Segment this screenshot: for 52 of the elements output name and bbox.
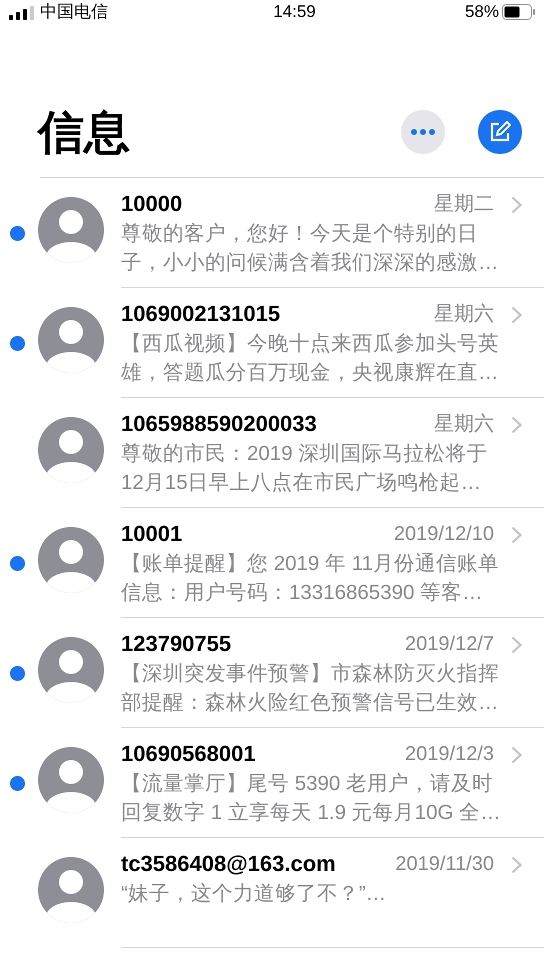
avatar-icon	[38, 417, 104, 483]
signal-icon	[8, 6, 36, 20]
conversation-row[interactable]: 1069002131015 星期六 【西瓜视频】今晚十点来西瓜参加头号英 雄，答题瓜分百万现金，央视康辉在直…	[0, 288, 544, 398]
chevron-icon	[511, 306, 522, 324]
avatar-icon	[38, 197, 104, 263]
chevron-icon	[511, 196, 522, 214]
message-date: 星期六	[434, 412, 494, 437]
message-date: 2019/12/7	[405, 632, 494, 657]
message-preview: 尊敬的客户，您好！今天是个特别的日 子，小小的问候满含着我们深深的感激…	[121, 221, 498, 276]
message-date: 星期六	[434, 302, 494, 327]
page-title: 信息	[38, 108, 131, 156]
more-icon	[411, 129, 435, 135]
message-preview: 【西瓜视频】今晚十点来西瓜参加头号英 雄，答题瓜分百万现金，央视康辉在直…	[121, 331, 499, 386]
compose-button[interactable]	[478, 110, 522, 154]
battery-percentage: 58%	[464, 1, 499, 24]
sender-name: 10690568001	[121, 740, 256, 768]
avatar-icon	[38, 307, 104, 373]
message-preview: “妹子，这个力道够了不？”…	[121, 881, 386, 907]
compose-icon	[489, 121, 511, 143]
sender-name: tc3586408@163.com	[121, 850, 336, 878]
chevron-icon	[511, 526, 522, 544]
message-date: 2019/11/30	[395, 852, 494, 877]
avatar-icon	[38, 527, 104, 593]
sender-name: 1069002131015	[121, 300, 280, 328]
carrier-name: 中国电信	[40, 1, 108, 24]
message-date: 星期二	[434, 192, 494, 217]
message-date: 2019/12/10	[394, 522, 494, 547]
message-preview: 【流量掌厅】尾号 5390 老用户，请及时 回复数字 1 立享每天 1.9 元每月10G 全…	[121, 771, 501, 826]
avatar-icon	[38, 747, 104, 813]
avatar-icon	[38, 637, 104, 703]
sender-name: 123790755	[121, 630, 232, 658]
message-preview: 【深圳突发事件预警】市森林防灭火指挥 部提醒：森林火险红色预警信号已生效…	[121, 661, 499, 716]
conversation-row[interactable]: 10001 2019/12/10 【账单提醒】您 2019 年 11月份通信账单 信息：用户号码：13316865390 等客…	[0, 508, 544, 618]
conversation-row[interactable]: tc3586408@163.com 2019/11/30 “妹子，这个力道够了不？”…	[0, 838, 544, 948]
chevron-icon	[511, 636, 522, 654]
clock: 14:59	[273, 1, 316, 24]
sender-name: 10000	[121, 190, 182, 218]
message-preview: 【账单提醒】您 2019 年 11月份通信账单 信息：用户号码：13316865390 等客…	[121, 551, 499, 606]
conversation-row[interactable]: 10690568001 2019/12/3 【流量掌厅】尾号 5390 老用户，请及时 回复数字 1 立享每天 1.9 元每月10G 全…	[0, 728, 544, 838]
chevron-icon	[511, 746, 522, 764]
battery-icon	[502, 4, 536, 20]
message-date: 2019/12/3	[405, 742, 494, 767]
chevron-icon	[511, 416, 522, 434]
avatar-icon	[38, 857, 104, 923]
chevron-icon	[511, 856, 522, 874]
message-preview: 尊敬的市民：2019 深圳国际马拉松将于 12月15日早上八点在市民广场鸣枪起…	[121, 441, 488, 496]
conversation-row[interactable]: 123790755 2019/12/7 【深圳突发事件预警】市森林防灭火指挥 部提醒：森林火险红色预警信号已生效…	[0, 618, 544, 728]
sender-name: 1065988590200033	[121, 410, 317, 438]
sender-name: 10001	[121, 520, 182, 548]
more-button[interactable]	[401, 110, 445, 154]
conversation-row[interactable]: 10000 星期二 尊敬的客户，您好！今天是个特别的日 子，小小的问候满含着我们深深的感激…	[0, 178, 544, 288]
conversation-row[interactable]: 1065988590200033 星期六 尊敬的市民：2019 深圳国际马拉松将于 12月15日早上八点在市民广场鸣枪起…	[0, 398, 544, 508]
